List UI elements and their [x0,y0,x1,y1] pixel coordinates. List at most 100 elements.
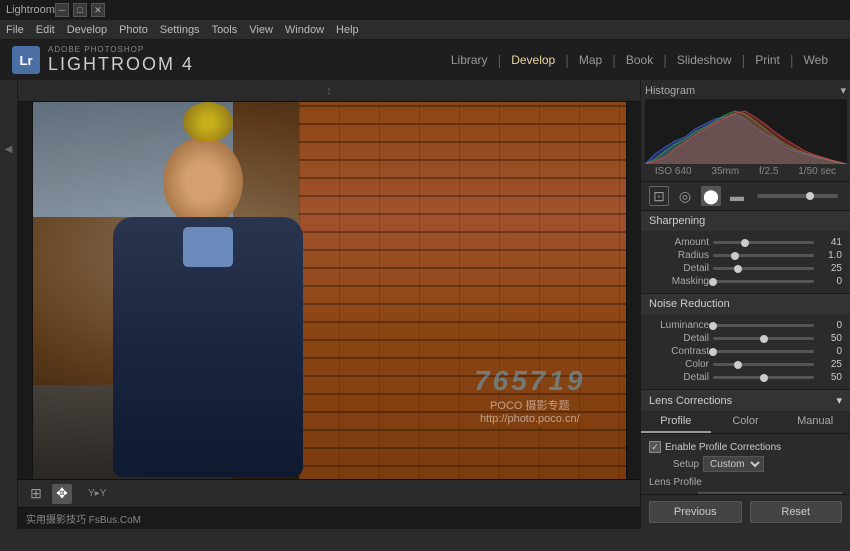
module-web[interactable]: Web [794,49,838,71]
flowers [183,102,233,142]
detail-row: Detail 25 [649,263,842,274]
enable-profile-checkbox[interactable]: ✓ [649,441,661,453]
image-area[interactable]: 765719 POCO 摄影专题 http://photo.poco.cn/ [18,102,640,479]
masking-track[interactable] [713,280,814,283]
detail-label: Detail [649,263,709,274]
minimize-button[interactable]: ─ [55,3,69,17]
color-detail-value: 50 [818,372,842,383]
setup-row: Setup Custom [649,456,842,472]
detail-track[interactable] [713,267,814,270]
previous-button[interactable]: Previous [649,501,742,523]
histogram-title: Histogram [645,85,695,97]
luminance-value: 0 [818,320,842,331]
app-name: LIGHTROOM 4 [48,54,194,75]
menu-help[interactable]: Help [336,24,359,36]
left-panel-toggle[interactable]: ◀ [5,144,13,155]
watermark-site: POCO 摄影专题 [474,397,585,413]
contrast-track[interactable] [713,350,814,353]
menu-bar: File Edit Develop Photo Settings Tools V… [0,20,850,40]
menu-photo[interactable]: Photo [119,24,148,36]
radius-label: Radius [649,250,709,261]
color-value: 25 [818,359,842,370]
hand-tool-icon[interactable]: ✥ [52,484,72,504]
iso-value: ISO 640 [655,166,692,177]
panel-bottom-buttons: Previous Reset [641,494,850,529]
luminance-track[interactable] [713,324,814,327]
crop-tool[interactable]: ⊡ [649,186,669,206]
tool-slider[interactable] [757,194,838,198]
reset-button[interactable]: Reset [750,501,843,523]
close-button[interactable]: ✕ [91,3,105,17]
zoom-tool-icon[interactable]: ⊞ [26,484,46,504]
amount-track[interactable] [713,241,814,244]
app-header: Lr ADOBE PHOTOSHOP LIGHTROOM 4 Library |… [0,40,850,80]
module-library[interactable]: Library [441,49,498,71]
lens-corrections-header[interactable]: Lens Corrections ▾ [641,390,850,411]
app-name-block: ADOBE PHOTOSHOP LIGHTROOM 4 [48,45,194,75]
menu-develop[interactable]: Develop [67,24,107,36]
spot-heal-tool[interactable]: ◎ [675,186,695,206]
shutter-value: 1/50 sec [798,166,836,177]
watermark: 765719 POCO 摄影专题 http://photo.poco.cn/ [474,365,585,425]
center-panel: ↕ [18,80,640,529]
menu-edit[interactable]: Edit [36,24,55,36]
lens-corrections-section: Lens Corrections ▾ Profile Color Manual … [641,390,850,494]
menu-tools[interactable]: Tools [212,24,238,36]
noise-reduction-body: Luminance 0 Detail 50 Contrast [641,314,850,389]
graduated-filter-tool[interactable]: ▬ [727,186,747,206]
menu-view[interactable]: View [249,24,273,36]
watermark-text: 765719 [474,365,585,397]
color-detail-thumb[interactable] [760,374,768,382]
focal-value: 35mm [711,166,739,177]
amount-thumb[interactable] [741,239,749,247]
setup-label: Setup [649,459,699,470]
lens-tab-manual[interactable]: Manual [780,411,850,433]
module-develop[interactable]: Develop [501,49,565,71]
menu-file[interactable]: File [6,24,24,36]
histogram-canvas [645,99,847,164]
tip-text: 实用摄影技巧 FsBus.CoM [26,511,141,526]
detail-value: 25 [818,263,842,274]
module-print[interactable]: Print [745,49,790,71]
histogram-collapse-icon[interactable]: ▾ [840,84,846,97]
detail-thumb[interactable] [734,265,742,273]
masking-thumb[interactable] [709,278,717,286]
histogram-info: ISO 640 35mm f/2.5 1/50 sec [645,164,846,179]
color-thumb[interactable] [734,361,742,369]
sharpening-header[interactable]: Sharpening [641,211,850,231]
module-book[interactable]: Book [616,49,663,71]
color-detail-track[interactable] [713,376,814,379]
color-track[interactable] [713,363,814,366]
radius-thumb[interactable] [731,252,739,260]
before-after-label: Y▸Y [88,488,106,499]
radius-track[interactable] [713,254,814,257]
maximize-button[interactable]: □ [73,3,87,17]
lens-tab-profile[interactable]: Profile [641,411,711,433]
red-eye-tool[interactable]: ⬤ [701,186,721,206]
nr-detail-row: Detail 50 [649,333,842,344]
module-map[interactable]: Map [569,49,612,71]
contrast-label: Contrast [649,346,709,357]
lens-corrections-collapse[interactable]: ▾ [836,394,842,407]
noise-reduction-title: Noise Reduction [649,298,730,310]
masking-value: 0 [818,276,842,287]
setup-select[interactable]: Custom [703,456,764,472]
histogram-section: Histogram ▾ ISO 640 35mm [641,80,850,182]
masking-label: Masking [649,276,709,287]
noise-reduction-header[interactable]: Noise Reduction [641,294,850,314]
menu-window[interactable]: Window [285,24,324,36]
histogram-header: Histogram ▾ [645,82,846,99]
title-bar-title: Lightroom [6,4,55,16]
menu-settings[interactable]: Settings [160,24,200,36]
nr-detail-thumb[interactable] [760,335,768,343]
lens-tab-color[interactable]: Color [711,411,781,433]
enable-profile-label: Enable Profile Corrections [665,442,781,453]
module-slideshow[interactable]: Slideshow [667,49,742,71]
contrast-thumb[interactable] [709,348,717,356]
nr-detail-track[interactable] [713,337,814,340]
luminance-thumb[interactable] [709,322,717,330]
photo-frame: 765719 POCO 摄影专题 http://photo.poco.cn/ [32,102,627,479]
bottom-bar: 实用摄影技巧 FsBus.CoM [18,507,640,529]
noise-reduction-section: Noise Reduction Luminance 0 Detail 50 [641,294,850,390]
sharpening-section: Sharpening Amount 41 Radius 1.0 [641,211,850,294]
